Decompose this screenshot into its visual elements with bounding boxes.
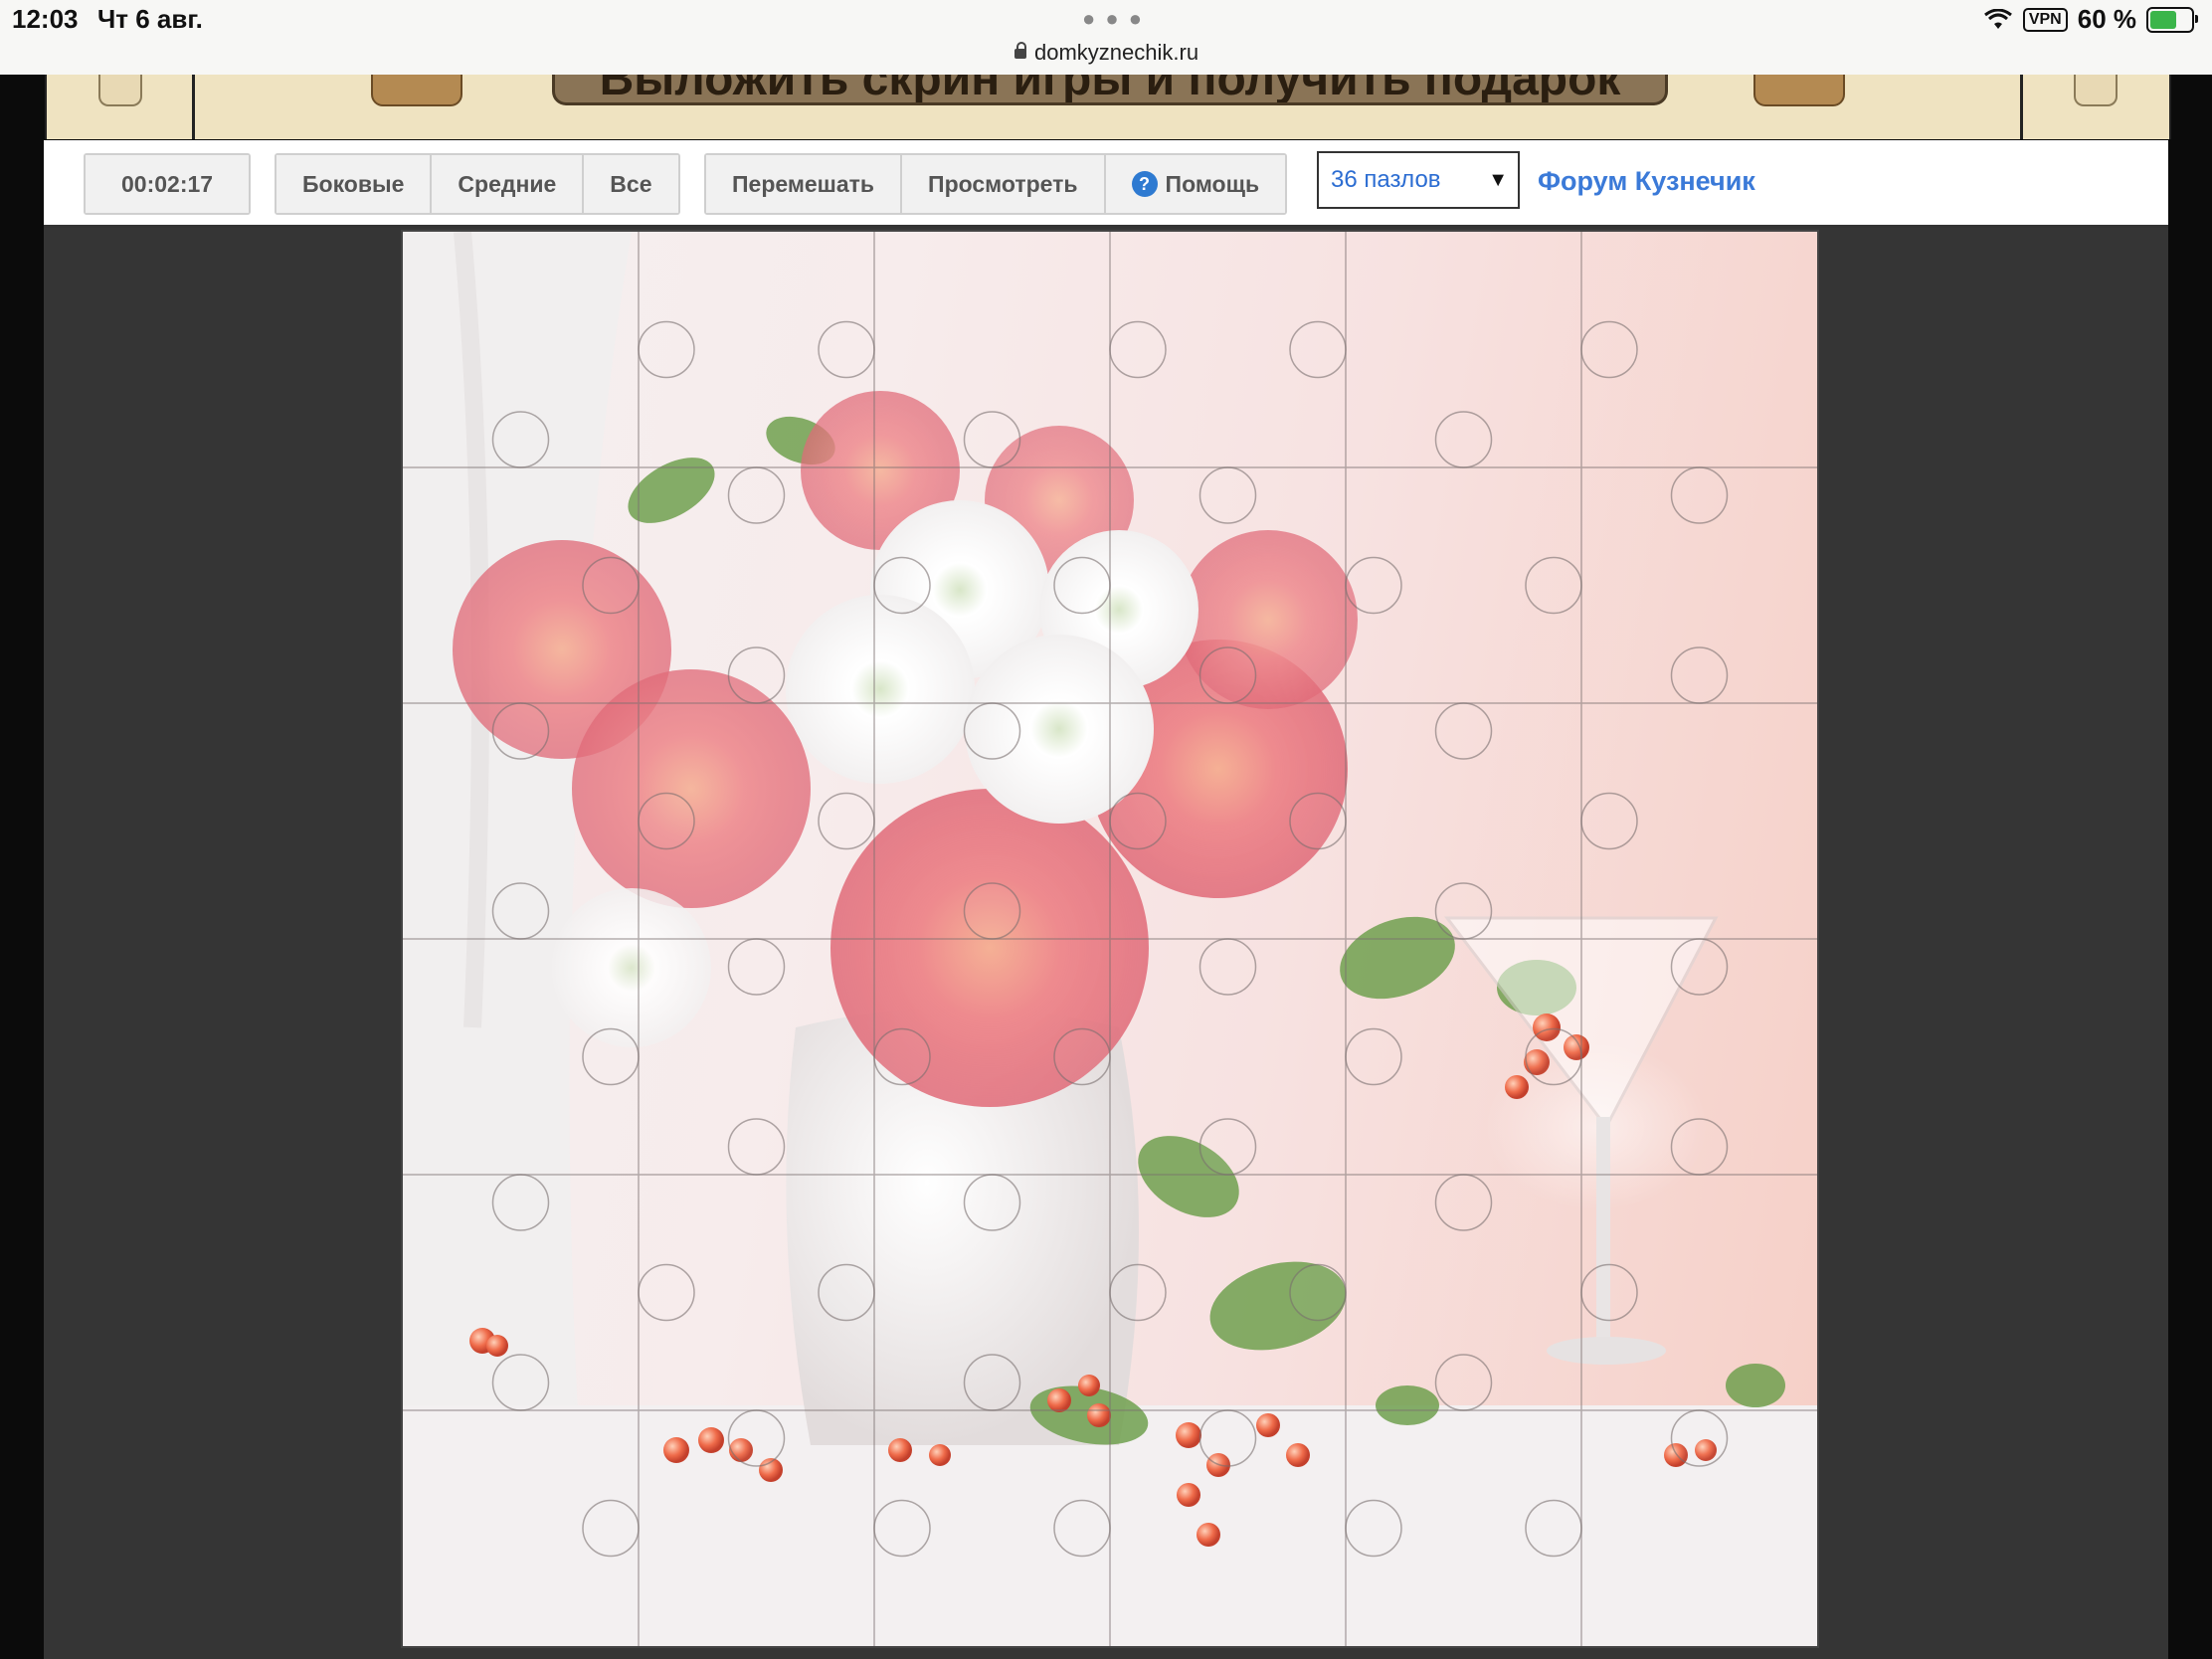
lock-icon [1014,42,1026,59]
puzzle-knob [727,466,786,524]
puzzle-knob [1345,1499,1402,1558]
address-bar[interactable]: domkyznechik.ru [1014,40,1198,66]
puzzle-knob [1289,1263,1347,1322]
puzzle-knob [1198,646,1257,704]
puzzle-knob [963,1174,1021,1231]
puzzle-knob [1434,1174,1493,1231]
puzzle-knob [1289,320,1347,379]
banner-ornament [1753,75,1845,106]
banner-divider [192,75,195,139]
puzzle-knob [1198,466,1257,524]
puzzle-knob [491,702,550,760]
puzzle-knob [582,556,640,615]
status-indicators: VPN 60 % [1983,4,2198,35]
puzzle-knob [873,1027,931,1086]
puzzle-knob [1109,1263,1167,1322]
puzzle-knob [582,1499,640,1558]
clock: 12:03 [12,4,79,34]
puzzle-knob [1053,1027,1111,1086]
puzzle-knob [1109,792,1167,850]
puzzle-knob [1198,938,1257,996]
vpn-badge: VPN [2022,7,2068,32]
url-text: domkyznechik.ru [1034,40,1199,65]
preview-button[interactable]: Просмотреть [902,155,1106,213]
actions-group: Перемешать Просмотреть ? Помощь [704,153,1288,215]
puzzle-knob [727,646,786,704]
battery-percent: 60 % [2077,4,2136,34]
puzzle-knob [1289,792,1347,850]
puzzle-knob [1525,1499,1582,1558]
puzzle-knob [638,1263,695,1322]
puzzle-knob [638,320,695,379]
filter-all-button[interactable]: Все [584,155,678,213]
puzzle-knob [1109,320,1167,379]
puzzle-knob [1053,556,1111,615]
puzzle-knob [1670,466,1729,524]
filter-middle-button[interactable]: Средние [432,155,585,213]
puzzle-knob [1525,1027,1582,1086]
shuffle-button[interactable]: Перемешать [706,155,903,213]
puzzle-knob [1670,646,1729,704]
puzzle-knob [491,1354,550,1411]
puzzle-knob [1434,1354,1493,1411]
puzzle-knob [1580,792,1638,850]
puzzle-knob [727,1118,786,1176]
puzzle-knob [1525,556,1582,615]
puzzle-board[interactable] [403,232,1817,1646]
puzzle-knob [963,411,1021,468]
puzzle-image [403,232,1817,1646]
puzzle-knob [1198,1118,1257,1176]
puzzle-knob [963,1354,1021,1411]
puzzle-knob [491,411,550,468]
filter-side-button[interactable]: Боковые [276,155,433,213]
puzzle-knob [1434,882,1493,940]
banner-divider [2020,75,2023,139]
multitasking-dots-icon[interactable]: ● ● ● [1082,6,1144,32]
puzzle-knob [1670,938,1729,996]
banner-peg [98,75,142,106]
puzzle-knob [1198,1409,1257,1467]
puzzle-knob [818,320,875,379]
ios-status-bar: 12:03 Чт 6 авг. ● ● ● domkyznechik.ru VP… [0,0,2212,75]
puzzle-knob [491,1174,550,1231]
puzzle-knob [873,1499,931,1558]
puzzle-knob [1434,702,1493,760]
banner-peg [2074,75,2118,106]
puzzle-knob [1053,1499,1111,1558]
dropdown-arrow-icon: ▼ [1488,169,1508,191]
help-label: Помощь [1165,171,1260,197]
puzzle-knob [1345,556,1402,615]
puzzle-knob [873,556,931,615]
pieces-select-value: 36 пазлов [1331,166,1441,193]
banner-ornament [371,75,462,106]
pieces-select[interactable]: 36 пазлов ▼ [1317,151,1520,209]
wifi-icon [1983,8,2012,29]
forum-link[interactable]: Форум Кузнечик [1538,166,1755,197]
timer-box: 00:02:17 [84,153,252,215]
puzzle-knob [1670,1409,1729,1467]
puzzle-knob [727,938,786,996]
puzzle-knob [818,792,875,850]
filter-group: Боковые Средние Все [275,153,680,215]
puzzle-knob [582,1027,640,1086]
screenshot-gift-banner[interactable]: Выложить скрин игры и получить подарок [552,75,1668,105]
battery-icon [2146,6,2198,33]
puzzle-knob [491,882,550,940]
help-icon: ? [1131,171,1158,197]
puzzle-toolbar: 00:02:17 Боковые Средние Все Перемешать … [44,140,2168,228]
site-banner: Выложить скрин игры и получить подарок [45,75,2171,139]
puzzle-knob [1434,411,1493,468]
puzzle-knob [1345,1027,1402,1086]
puzzle-knob [1580,320,1638,379]
puzzle-knob [1670,1118,1729,1176]
puzzle-knob [963,702,1021,760]
help-button[interactable]: ? Помощь [1105,155,1286,213]
date: Чт 6 авг. [97,4,203,34]
puzzle-knob [963,882,1021,940]
timer: 00:02:17 [86,155,250,213]
puzzle-knob [638,792,695,850]
puzzle-knob [1580,1263,1638,1322]
puzzle-knob [818,1263,875,1322]
puzzle-knob [727,1409,786,1467]
